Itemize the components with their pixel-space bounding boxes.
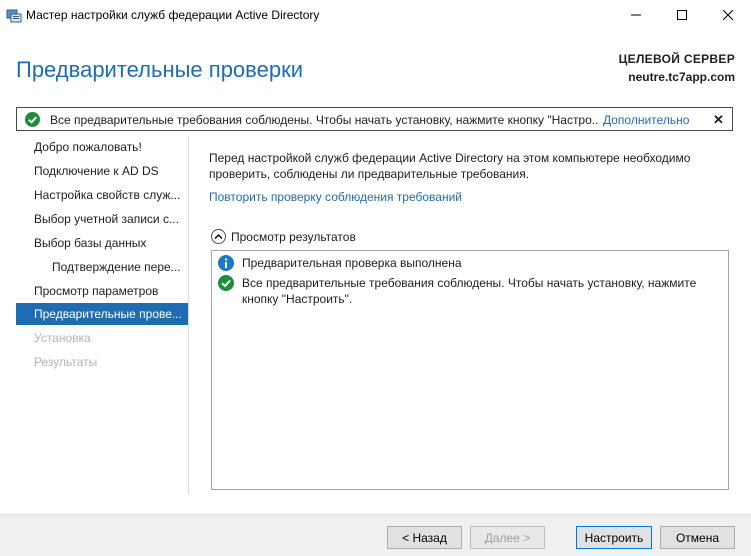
success-check-icon bbox=[218, 275, 234, 291]
wizard-header: Предварительные проверки ЦЕЛЕВОЙ СЕРВЕР … bbox=[0, 30, 751, 105]
collapse-chevron-icon[interactable] bbox=[211, 229, 226, 244]
result-text: Все предварительные требования соблюдены… bbox=[242, 276, 697, 306]
nav-item-results: Результаты bbox=[34, 355, 98, 369]
minimize-icon bbox=[631, 14, 641, 16]
result-text: Предварительная проверка выполнена bbox=[242, 256, 462, 270]
results-panel: Предварительная проверка выполнена Все п… bbox=[211, 250, 729, 490]
info-icon bbox=[218, 255, 234, 271]
nav-item-service-account[interactable]: Выбор учетной записи с... bbox=[16, 208, 188, 230]
window-title: Мастер настройки служб федерации Active … bbox=[26, 8, 320, 22]
nav-item-welcome[interactable]: Добро пожаловать! bbox=[16, 136, 188, 158]
cancel-button[interactable]: Отмена bbox=[660, 526, 735, 549]
next-button: Далее > bbox=[470, 526, 545, 549]
adfs-server-icon bbox=[6, 7, 22, 23]
rerun-prerequisites-link[interactable]: Повторить проверку соблюдения требований bbox=[209, 190, 462, 204]
close-notification-button[interactable]: ✕ bbox=[713, 112, 724, 128]
configure-button[interactable]: Настроить bbox=[576, 526, 652, 549]
success-check-icon bbox=[25, 112, 40, 130]
maximize-button[interactable] bbox=[659, 0, 705, 30]
minimize-button[interactable] bbox=[613, 0, 659, 30]
notification-bar: Все предварительные требования соблюдены… bbox=[16, 107, 733, 131]
wizard-nav: Добро пожаловать! Подключение к AD DS На… bbox=[16, 136, 188, 494]
close-icon bbox=[723, 10, 733, 20]
result-item: Предварительная проверка выполнена bbox=[218, 255, 712, 271]
back-button[interactable]: < Назад bbox=[387, 526, 462, 549]
target-server-name: neutre.tc7app.com bbox=[628, 70, 735, 84]
nav-item-service-properties[interactable]: Настройка свойств служ... bbox=[16, 184, 188, 206]
notification-text: Все предварительные требования соблюдены… bbox=[50, 113, 598, 127]
nav-item-prerequisites[interactable]: Предварительные прове... bbox=[16, 303, 188, 325]
maximize-icon bbox=[677, 10, 687, 20]
nav-item-review-options[interactable]: Просмотр параметров bbox=[16, 280, 188, 302]
more-details-link[interactable]: Дополнительно bbox=[603, 113, 689, 127]
wizard-footer: < Назад Далее > Настроить Отмена bbox=[0, 514, 751, 556]
title-bar: Мастер настройки служб федерации Active … bbox=[0, 0, 751, 30]
results-header-label: Просмотр результатов bbox=[231, 229, 356, 244]
result-item: Все предварительные требования соблюдены… bbox=[218, 275, 712, 307]
nav-item-confirm-overwrite[interactable]: Подтверждение пере... bbox=[16, 256, 188, 278]
nav-item-connect-ad-ds[interactable]: Подключение к AD DS bbox=[16, 160, 188, 182]
main-content: Перед настройкой служб федерации Active … bbox=[189, 136, 751, 494]
close-window-button[interactable] bbox=[705, 0, 751, 30]
description-text: Перед настройкой служб федерации Active … bbox=[209, 151, 691, 181]
nav-item-database[interactable]: Выбор базы данных bbox=[16, 232, 188, 254]
results-header[interactable]: Просмотр результатов bbox=[211, 229, 356, 244]
target-server-label: ЦЕЛЕВОЙ СЕРВЕР bbox=[618, 52, 735, 66]
nav-item-installation: Установка bbox=[34, 331, 91, 345]
page-title: Предварительные проверки bbox=[16, 57, 303, 82]
